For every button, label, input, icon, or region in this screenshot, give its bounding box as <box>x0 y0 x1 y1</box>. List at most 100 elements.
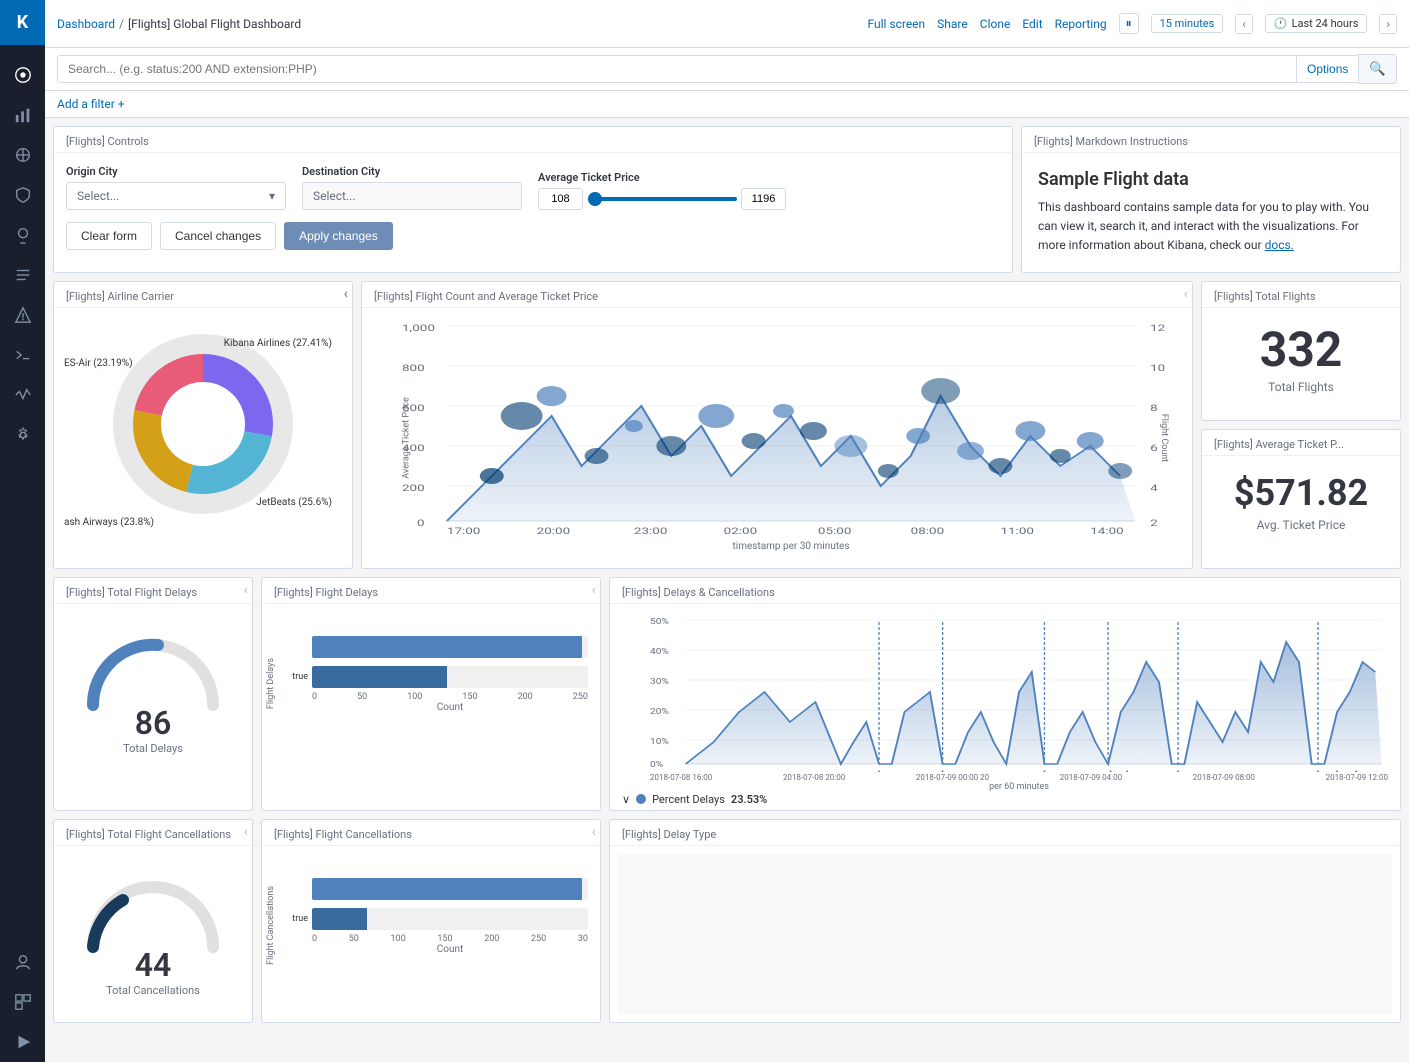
avg-ticket-label: Avg. Ticket Price <box>1218 518 1384 532</box>
search-input[interactable] <box>57 55 1296 83</box>
svg-text:17:00: 17:00 <box>447 525 480 536</box>
avg-ticket-body: $571.82 Avg. Ticket Price <box>1202 456 1400 548</box>
flight-cancellations-options-icon[interactable]: ‹ <box>592 824 596 840</box>
price-slider[interactable] <box>587 189 737 209</box>
svg-text:8: 8 <box>1150 402 1158 413</box>
sidebar-item-visualize[interactable] <box>0 95 45 135</box>
origin-city-select[interactable]: Select... ▾ <box>66 182 286 210</box>
delays-cancellations-panel: [Flights] Delays & Cancellations 50% 40% <box>609 577 1401 811</box>
flight-count-panel: [Flights] Flight Count and Average Ticke… <box>361 281 1193 569</box>
markdown-panel-title: [Flights] Markdown Instructions <box>1022 127 1400 153</box>
total-delays-panel: [Flights] Total Flight Delays ‹ 86 Total… <box>53 577 253 811</box>
svg-text:2: 2 <box>1150 517 1158 528</box>
ash-airways-label: ash Airways (23.8%) <box>64 517 154 528</box>
svg-text:02:00: 02:00 <box>724 525 757 536</box>
dc-legend-chevron-icon[interactable]: ∨ <box>622 793 630 806</box>
cancel-bar-2-label: true <box>280 914 308 924</box>
options-button[interactable]: Options <box>1296 55 1358 83</box>
cancel-bar-row-1 <box>280 878 588 900</box>
flight-count-options-icon[interactable]: ‹ <box>1184 286 1188 302</box>
total-cancellations-title: [Flights] Total Flight Cancellations <box>54 820 252 846</box>
sidebar-item-security[interactable] <box>0 175 45 215</box>
total-flights-value: 332 <box>1218 324 1384 377</box>
avg-ticket-panel: [Flights] Average Ticket P... $571.82 Av… <box>1201 429 1401 569</box>
sidebar-item-home[interactable] <box>0 55 45 95</box>
bar-row-1 <box>280 636 588 658</box>
flight-delays-options-icon[interactable]: ‹ <box>592 582 596 598</box>
logo[interactable]: K <box>0 0 45 45</box>
sidebar-item-play[interactable] <box>0 1022 45 1062</box>
time-display[interactable]: 🕐 Last 24 hours <box>1265 14 1368 33</box>
docs-link[interactable]: docs. <box>1265 238 1294 252</box>
fullscreen-btn[interactable]: Full screen <box>867 17 925 31</box>
sidebar-item-devtools[interactable] <box>0 335 45 375</box>
sidebar-item-apm[interactable] <box>0 295 45 335</box>
breadcrumb-current: [Flights] Global Flight Dashboard <box>128 17 301 31</box>
jetbeats-label: JetBeats (25.6%) <box>256 497 332 508</box>
bar-2-track <box>312 666 588 688</box>
next-arrow[interactable]: › <box>1379 14 1397 34</box>
search-button[interactable]: 🔍 <box>1358 54 1397 84</box>
search-bar: Options 🔍 <box>45 48 1409 91</box>
edit-btn[interactable]: Edit <box>1022 17 1042 31</box>
svg-text:4: 4 <box>1150 482 1158 493</box>
share-btn[interactable]: Share <box>937 17 968 31</box>
cancel-bar-2-fill <box>312 908 367 930</box>
svg-text:0: 0 <box>417 517 425 528</box>
esair-label: ES-Air (23.19%) <box>64 358 133 369</box>
clock-icon: 🕐 <box>1274 17 1288 30</box>
cancellations-gauge-number: 44 <box>135 942 172 984</box>
bar-2-label: true <box>280 672 308 682</box>
svg-text:40%: 40% <box>650 647 669 656</box>
total-cancellations-options-icon[interactable]: ‹ <box>244 824 248 840</box>
flight-cancellations-chart-inner: Flight Cancellations true <box>262 858 588 994</box>
svg-text:20%: 20% <box>650 707 669 716</box>
add-filter-btn[interactable]: Add a filter + <box>57 97 1397 111</box>
flight-delays-title: [Flights] Flight Delays <box>262 578 600 604</box>
breadcrumb-home[interactable]: Dashboard <box>57 17 115 31</box>
clone-btn[interactable]: Clone <box>980 17 1011 31</box>
apply-changes-button[interactable]: Apply changes <box>284 222 393 250</box>
sidebar-item-user[interactable] <box>0 942 45 982</box>
sidebar-item-spaces[interactable] <box>0 982 45 1022</box>
cancel-bar-1-fill <box>312 878 582 900</box>
sidebar-item-settings[interactable] <box>0 415 45 455</box>
destination-city-select[interactable]: Select... <box>302 182 522 210</box>
markdown-text: This dashboard contains sample data for … <box>1038 198 1384 256</box>
y-right-axis-label: Flight Count <box>1159 413 1169 461</box>
airline-carrier-options-icon[interactable]: ‹ <box>344 286 348 302</box>
flight-count-title: [Flights] Flight Count and Average Ticke… <box>362 282 1192 308</box>
sidebar-item-monitoring[interactable] <box>0 375 45 415</box>
flight-delays-chart-inner: Flight Delays true <box>262 616 588 752</box>
total-cancellations-panel: [Flights] Total Flight Cancellations ‹ 4… <box>53 819 253 1023</box>
dc-legend-dot <box>636 794 646 804</box>
price-max-input[interactable] <box>741 188 786 210</box>
prev-arrow[interactable]: ‹ <box>1235 14 1253 34</box>
sidebar-item-maps[interactable] <box>0 215 45 255</box>
airline-carrier-panel: [Flights] Airline Carrier ‹ <box>53 281 353 569</box>
flight-delays-bars: true 050100150200250 Count <box>280 616 588 752</box>
clear-form-button[interactable]: Clear form <box>66 222 152 250</box>
sidebar-item-logs[interactable] <box>0 255 45 295</box>
reporting-btn[interactable]: Reporting <box>1055 17 1107 31</box>
breadcrumb-separator: / <box>119 17 124 31</box>
svg-text:1,000: 1,000 <box>402 322 435 333</box>
controls-body: Origin City Select... ▾ Destination City… <box>54 153 1012 262</box>
flight-count-chart-body: Average Ticket Price Flight Count 1,000 <box>362 308 1192 568</box>
svg-text:200: 200 <box>402 482 425 493</box>
top-row: [Flights] Controls Origin City Select...… <box>53 126 1401 273</box>
flight-cancellations-bars: true 05010015020025030 Count <box>280 858 588 994</box>
cancel-changes-button[interactable]: Cancel changes <box>160 222 276 250</box>
flight-cancellations-x-axis: 05010015020025030 <box>312 934 588 944</box>
sidebar-item-discover[interactable] <box>0 135 45 175</box>
pause-btn[interactable]: ⏸ <box>1119 13 1139 34</box>
flight-delays-panel: [Flights] Flight Delays ‹ Flight Delays <box>261 577 601 811</box>
cancellations-gauge-label: Total Cancellations <box>106 984 200 997</box>
donut-svg <box>103 324 303 524</box>
svg-text:0%: 0% <box>650 760 663 769</box>
total-delays-options-icon[interactable]: ‹ <box>244 582 248 598</box>
price-min-input[interactable] <box>538 188 583 210</box>
delays-gauge-container: 86 Total Delays <box>54 604 252 771</box>
interval-display[interactable]: 15 minutes <box>1151 14 1224 33</box>
flight-count-svg: 1,000 800 600 400 200 0 12 10 8 6 4 2 <box>402 316 1180 536</box>
